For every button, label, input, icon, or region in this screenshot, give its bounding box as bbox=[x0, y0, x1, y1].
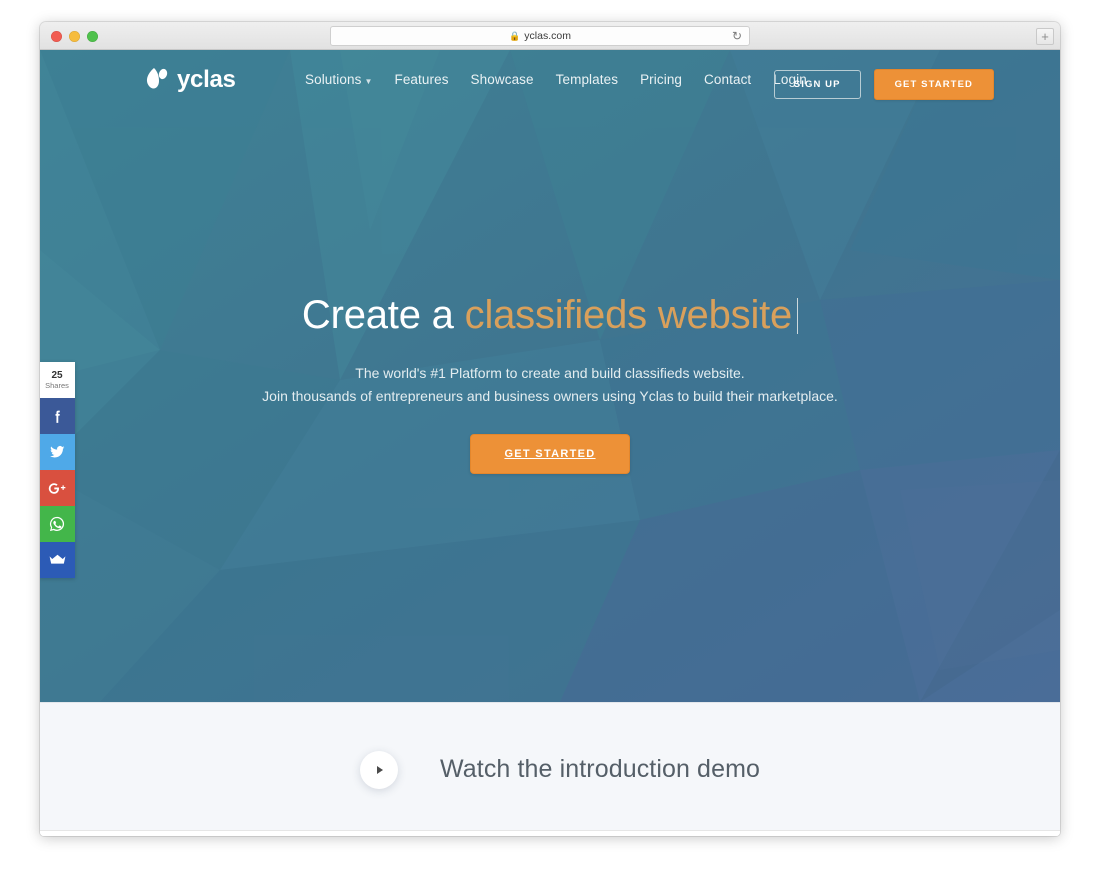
whatsapp-icon bbox=[49, 516, 65, 532]
main-nav: Solutions ▼ Features Showcase Templates P… bbox=[305, 72, 807, 87]
share-count-number: 25 bbox=[51, 369, 63, 381]
minimize-window-button[interactable] bbox=[69, 31, 80, 42]
hero-content: Create a classifieds website The world's… bbox=[40, 292, 1060, 474]
nav-item-showcase[interactable]: Showcase bbox=[471, 72, 534, 87]
nav-item-pricing[interactable]: Pricing bbox=[640, 72, 682, 87]
maximize-window-button[interactable] bbox=[87, 31, 98, 42]
window-controls[interactable] bbox=[51, 31, 98, 42]
hero-subtitle: The world's #1 Platform to create and bu… bbox=[40, 362, 1060, 408]
hero-subtitle-line2: Join thousands of entrepreneurs and busi… bbox=[262, 388, 838, 404]
close-window-button[interactable] bbox=[51, 31, 62, 42]
share-whatsapp-button[interactable] bbox=[40, 506, 75, 542]
demo-section: Watch the introduction demo bbox=[40, 702, 1060, 836]
play-demo-button[interactable] bbox=[360, 750, 398, 789]
yclas-leaf-mark-icon bbox=[146, 68, 168, 89]
facebook-icon bbox=[55, 410, 60, 423]
hero-headline: Create a classifieds website bbox=[40, 292, 1060, 338]
browser-window: 🔒 yclas.com ↻ + yclas Solutions ▼ Featur… bbox=[40, 22, 1060, 836]
twitter-icon bbox=[50, 446, 65, 458]
share-twitter-button[interactable] bbox=[40, 434, 75, 470]
new-tab-button[interactable]: + bbox=[1036, 28, 1054, 45]
navbar-actions: SIGN UP GET STARTED bbox=[773, 69, 994, 100]
page-viewport: yclas Solutions ▼ Features Showcase Templ… bbox=[40, 50, 1060, 836]
share-count: 25 Shares bbox=[40, 362, 75, 398]
headline-static: Create a bbox=[301, 293, 465, 337]
site-navbar: yclas Solutions ▼ Features Showcase Templ… bbox=[40, 50, 1060, 112]
nav-item-features[interactable]: Features bbox=[394, 72, 448, 87]
logo-text: yclas bbox=[177, 66, 236, 93]
share-facebook-button[interactable] bbox=[40, 398, 75, 434]
play-icon bbox=[377, 765, 383, 774]
share-crown-button[interactable] bbox=[40, 542, 75, 578]
google-plus-icon bbox=[48, 482, 65, 494]
chevron-down-icon: ▼ bbox=[364, 77, 373, 86]
headline-typed: classifieds website bbox=[464, 293, 793, 337]
page-bottom-strip bbox=[40, 830, 1060, 836]
address-bar[interactable]: 🔒 yclas.com ↻ bbox=[330, 26, 750, 46]
social-share-rail: 25 Shares bbox=[40, 362, 75, 578]
demo-title: Watch the introduction demo bbox=[440, 755, 760, 783]
page-root: 🔒 yclas.com ↻ + yclas Solutions ▼ Featur… bbox=[0, 0, 1100, 894]
nav-item-solutions[interactable]: Solutions ▼ bbox=[305, 72, 372, 87]
lock-icon: 🔒 bbox=[509, 30, 521, 41]
site-logo[interactable]: yclas bbox=[144, 66, 236, 94]
typing-cursor bbox=[797, 298, 799, 334]
get-started-button[interactable]: GET STARTED bbox=[873, 69, 994, 100]
reload-icon[interactable]: ↻ bbox=[732, 30, 742, 42]
hero-section: yclas Solutions ▼ Features Showcase Templ… bbox=[40, 50, 1060, 702]
nav-item-templates[interactable]: Templates bbox=[556, 72, 618, 87]
sign-up-button[interactable]: SIGN UP bbox=[773, 70, 861, 99]
share-count-label: Shares bbox=[45, 380, 69, 390]
browser-titlebar: 🔒 yclas.com ↻ + bbox=[40, 22, 1060, 50]
nav-item-contact[interactable]: Contact bbox=[704, 72, 751, 87]
hero-subtitle-line1: The world's #1 Platform to create and bu… bbox=[355, 365, 745, 381]
share-googleplus-button[interactable] bbox=[40, 470, 75, 506]
nav-label-solutions: Solutions bbox=[305, 72, 362, 87]
hero-get-started-button[interactable]: GET STARTED bbox=[470, 434, 630, 474]
address-text: yclas.com bbox=[524, 30, 571, 42]
crown-icon bbox=[49, 554, 65, 564]
